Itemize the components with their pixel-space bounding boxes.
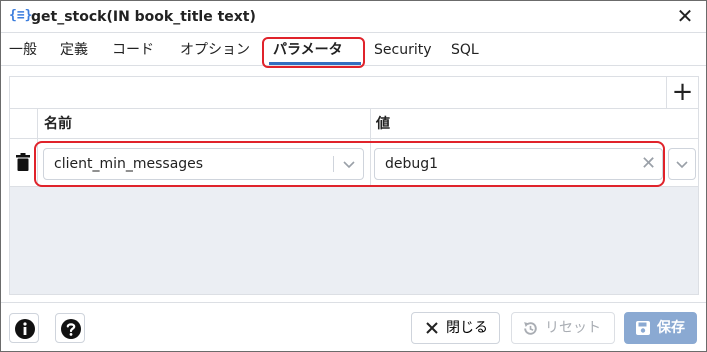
dialog-title: get_stock(IN book_title text) [31, 9, 256, 25]
trash-icon[interactable] [16, 153, 30, 171]
function-dialog: {≡} get_stock(IN book_title text) ✕ 一般 定… [0, 0, 707, 352]
reset-button[interactable]: リセット [511, 312, 615, 344]
reset-icon [524, 322, 537, 335]
tab-security[interactable]: Security [374, 38, 432, 62]
chevron-down-icon[interactable] [674, 156, 690, 172]
tab-highlight-annotation [262, 37, 365, 68]
tab-code[interactable]: コード [112, 38, 154, 62]
value-dropdown[interactable] [668, 148, 696, 180]
table-header: 名前 値 [10, 109, 698, 139]
add-row-button[interactable]: + [666, 77, 698, 108]
close-button[interactable]: 閉じる [411, 312, 500, 344]
column-header-name: 名前 [44, 116, 72, 132]
save-button[interactable]: 保存 [624, 312, 697, 344]
tab-options[interactable]: オプション [180, 38, 250, 62]
dialog-footer: 閉じる リセット 保存 [1, 302, 706, 351]
close-icon [426, 322, 438, 334]
help-icon [61, 319, 81, 339]
tab-definition[interactable]: 定義 [60, 38, 88, 62]
column-header-value: 値 [376, 116, 390, 132]
function-icon: {≡} [9, 8, 33, 23]
save-icon [636, 321, 650, 335]
column-divider [370, 109, 371, 138]
info-icon [15, 319, 35, 339]
column-divider [37, 109, 38, 138]
help-button[interactable] [55, 313, 85, 343]
tab-sql[interactable]: SQL [451, 38, 479, 62]
row-highlight-annotation [34, 141, 665, 187]
tab-general[interactable]: 一般 [9, 38, 37, 62]
reset-button-label: リセット [545, 320, 601, 336]
info-button[interactable] [9, 313, 39, 343]
table-toolbar: + [10, 77, 698, 109]
title-bar: {≡} get_stock(IN book_title text) ✕ [1, 1, 706, 33]
close-button-label: 閉じる [446, 320, 488, 336]
close-icon[interactable]: ✕ [674, 5, 696, 27]
save-button-label: 保存 [657, 320, 685, 336]
